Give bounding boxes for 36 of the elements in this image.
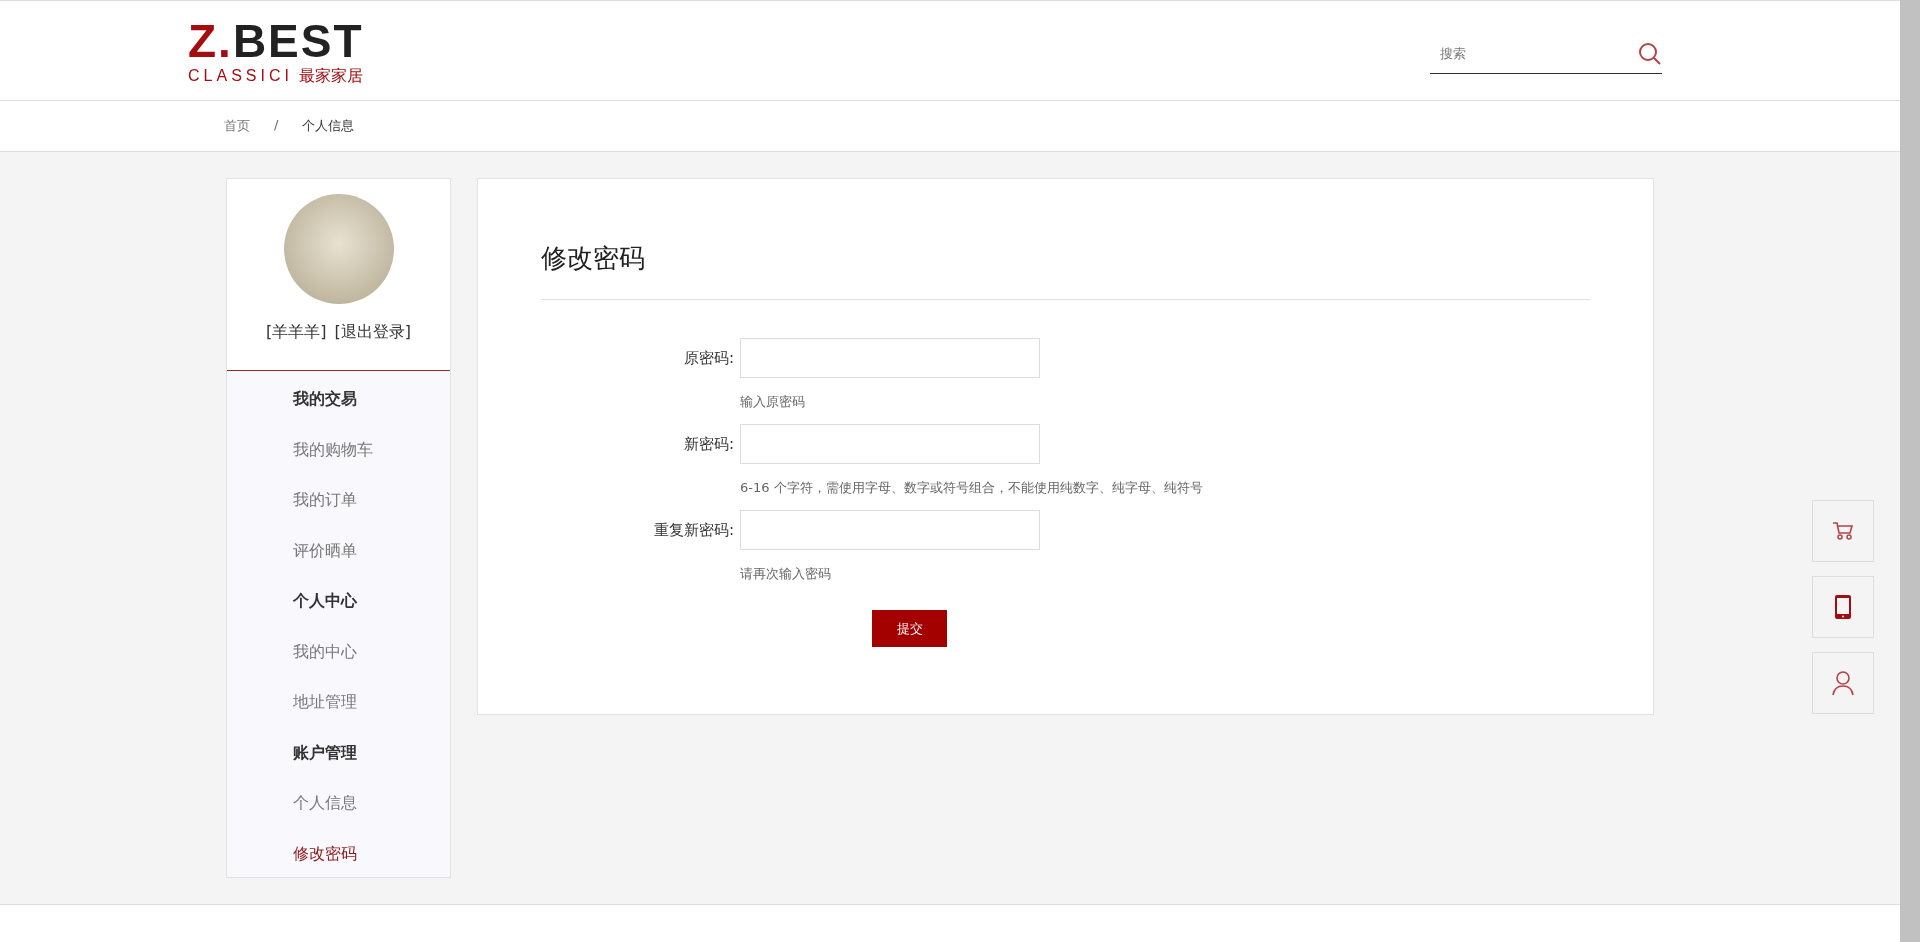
menu-item[interactable]: 我的购物车: [293, 429, 373, 480]
field-label: 新密码:: [682, 434, 734, 454]
breadcrumb-link[interactable]: 首页: [224, 117, 250, 135]
mobile-button[interactable]: [1812, 576, 1874, 638]
scrollbar[interactable]: [1900, 0, 1920, 942]
page-title: 修改密码: [541, 242, 646, 275]
breadcrumb-separator: /: [274, 117, 279, 134]
menu-item[interactable]: 修改密码: [293, 833, 357, 884]
field-hint: 6-16 个字符，需使用字母、数字或符号组合，不能使用纯数字、纯字母、纯符号: [740, 479, 1204, 497]
menu-item[interactable]: 个人信息: [293, 783, 357, 834]
field-label: 原密码:: [682, 348, 734, 368]
menu-heading: 我的交易: [293, 388, 357, 410]
cart-icon: [1832, 521, 1854, 541]
submit-button[interactable]: 提交: [872, 610, 947, 647]
menu-item[interactable]: 地址管理: [293, 682, 357, 733]
password-field[interactable]: [740, 510, 1040, 550]
user-button[interactable]: [1812, 652, 1874, 714]
field-label: 重复新密码:: [652, 520, 734, 540]
menu-heading: 账户管理: [293, 741, 357, 764]
search-icon[interactable]: [1638, 41, 1662, 66]
user-icon: [1831, 670, 1855, 696]
cart-button[interactable]: [1812, 500, 1874, 562]
field-hint: 请再次输入密码: [740, 565, 832, 583]
logo[interactable]: Z.BEST CLASSICI 最家家居: [188, 17, 364, 84]
logout-link[interactable]: [退出登录]: [334, 322, 411, 343]
user-name: [羊羊羊]: [266, 322, 327, 343]
password-field[interactable]: [740, 424, 1040, 464]
menu-item[interactable]: 我的订单: [293, 480, 357, 531]
search-field[interactable]: 搜索: [1430, 33, 1662, 74]
menu-item[interactable]: 评价晒单: [293, 530, 357, 581]
field-hint: 输入原密码: [740, 393, 806, 411]
menu-item[interactable]: 我的中心: [293, 631, 357, 682]
menu-heading: 个人中心: [293, 590, 357, 612]
breadcrumb-link[interactable]: 个人信息: [302, 117, 355, 135]
phone-icon: [1834, 594, 1852, 620]
password-field[interactable]: [740, 338, 1040, 378]
